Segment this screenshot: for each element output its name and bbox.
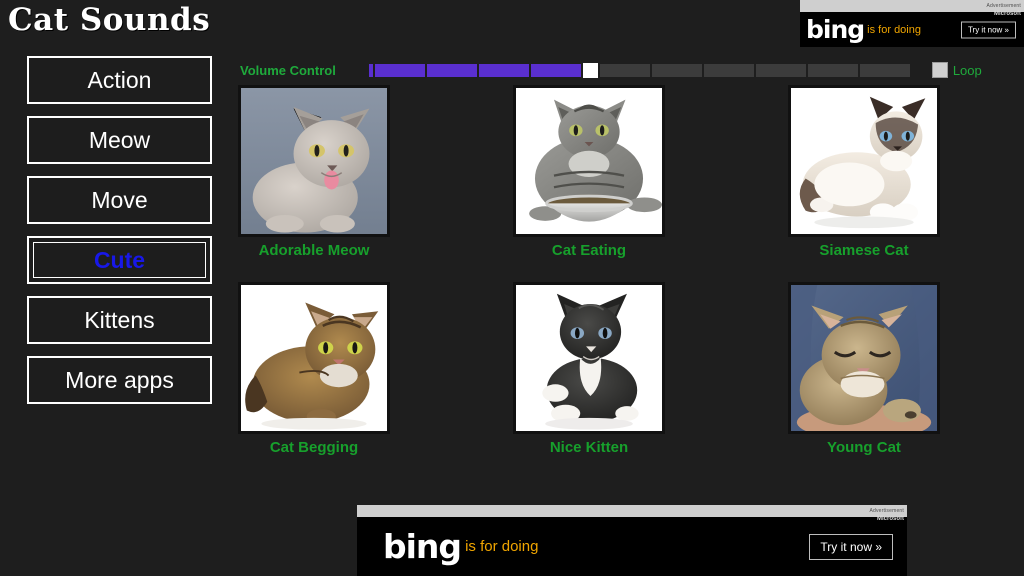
sidebar-item-label: Action bbox=[87, 66, 152, 93]
bing-logo: bing bbox=[383, 527, 462, 566]
volume-slider-thumb[interactable] bbox=[582, 62, 598, 78]
volume-slider-segment-filled[interactable] bbox=[374, 63, 425, 77]
sound-thumbnail[interactable] bbox=[238, 282, 390, 434]
try-it-now-button[interactable]: Try it now » bbox=[960, 21, 1016, 38]
try-it-now-button[interactable]: Try it now » bbox=[809, 533, 893, 560]
sidebar-item-move[interactable]: Move bbox=[27, 176, 212, 224]
category-sidebar: Action Meow Move Cute Kittens More apps bbox=[27, 56, 212, 416]
app-window: Cat Sounds Action Meow Move Cute Kittens… bbox=[0, 0, 1024, 576]
sidebar-item-label: Move bbox=[91, 186, 148, 213]
playback-controls: Volume Control Loop bbox=[240, 58, 982, 82]
sound-thumbnail[interactable] bbox=[788, 85, 940, 237]
advertisement-label: Advertisement bbox=[986, 3, 1021, 9]
sound-grid: Adorable Meow Cat Eating Siamese Cat Cat… bbox=[238, 85, 944, 456]
volume-control-label: Volume Control bbox=[240, 62, 336, 78]
volume-slider-segment-filled[interactable] bbox=[530, 63, 581, 77]
ad-content[interactable]: bing is for doing Try it now » bbox=[800, 12, 1024, 47]
sound-caption: Young Cat bbox=[827, 439, 901, 456]
bottom-ad-banner[interactable]: Advertisement Microsoft bing is for doin… bbox=[357, 505, 907, 576]
sound-thumbnail[interactable] bbox=[513, 85, 665, 237]
volume-slider-segment-filled[interactable] bbox=[368, 63, 373, 77]
tabby-cat-with-food-bowl-image bbox=[516, 88, 662, 234]
sound-caption: Cat Begging bbox=[269, 439, 359, 456]
volume-slider-segment-empty[interactable] bbox=[807, 63, 858, 77]
top-ad-banner[interactable]: Advertisement Microsoft bing is for doin… bbox=[800, 0, 1024, 47]
sound-caption: Adorable Meow bbox=[258, 242, 370, 259]
volume-slider-segment-empty[interactable] bbox=[599, 63, 650, 77]
page-title: Cat Sounds bbox=[8, 2, 211, 38]
siamese-cat-lying-down-image bbox=[791, 88, 937, 234]
loop-toggle[interactable]: Loop bbox=[931, 62, 982, 78]
grey-kitten-tongue-out-image bbox=[241, 88, 387, 234]
sidebar-item-label: More apps bbox=[65, 366, 174, 393]
ad-header-bar: Advertisement bbox=[800, 0, 1024, 12]
sound-caption: Cat Eating bbox=[551, 242, 627, 259]
sidebar-item-label: Kittens bbox=[84, 306, 155, 333]
ad-tagline: is for doing bbox=[465, 538, 539, 555]
sidebar-item-meow[interactable]: Meow bbox=[27, 116, 212, 164]
sidebar-item-kittens[interactable]: Kittens bbox=[27, 296, 212, 344]
volume-slider-segment-empty[interactable] bbox=[651, 63, 702, 77]
volume-slider-segment-empty[interactable] bbox=[755, 63, 806, 77]
sound-tile-nice-kitten[interactable]: Nice Kitten bbox=[513, 282, 665, 456]
sound-tile-cat-eating[interactable]: Cat Eating bbox=[513, 85, 665, 259]
volume-slider-segment-empty[interactable] bbox=[859, 63, 910, 77]
sound-caption: Nice Kitten bbox=[549, 439, 629, 456]
volume-slider[interactable] bbox=[368, 62, 910, 78]
volume-slider-segment-filled[interactable] bbox=[478, 63, 529, 77]
sound-tile-siamese-cat[interactable]: Siamese Cat bbox=[788, 85, 940, 259]
sidebar-item-label: Cute bbox=[93, 246, 146, 273]
ad-tagline: is for doing bbox=[867, 23, 921, 36]
black-and-white-kitten-image bbox=[516, 285, 662, 431]
sleeping-tabby-kitten-image bbox=[791, 285, 937, 431]
sound-grid-row: Cat Begging Nice Kitten Young Cat bbox=[238, 282, 944, 456]
advertisement-label: Advertisement bbox=[869, 508, 904, 514]
sidebar-item-label: Meow bbox=[88, 126, 151, 153]
sound-thumbnail[interactable] bbox=[788, 282, 940, 434]
sidebar-item-more-apps[interactable]: More apps bbox=[27, 356, 212, 404]
sound-thumbnail[interactable] bbox=[238, 85, 390, 237]
sound-tile-cat-begging[interactable]: Cat Begging bbox=[238, 282, 390, 456]
loop-checkbox[interactable] bbox=[931, 62, 948, 78]
sidebar-item-cute[interactable]: Cute bbox=[27, 236, 212, 284]
ad-header-bar: Advertisement bbox=[357, 505, 907, 517]
volume-slider-segment-filled[interactable] bbox=[426, 63, 477, 77]
sound-tile-young-cat[interactable]: Young Cat bbox=[788, 282, 940, 456]
longhair-tabby-cat-looking-up-image bbox=[241, 285, 387, 431]
ad-content[interactable]: bing is for doing Try it now » bbox=[357, 517, 907, 576]
bing-logo: bing bbox=[806, 15, 865, 44]
sound-grid-row: Adorable Meow Cat Eating Siamese Cat bbox=[238, 85, 944, 259]
sidebar-item-action[interactable]: Action bbox=[27, 56, 212, 104]
volume-slider-segment-empty[interactable] bbox=[703, 63, 754, 77]
sound-thumbnail[interactable] bbox=[513, 282, 665, 434]
sound-tile-adorable-meow[interactable]: Adorable Meow bbox=[238, 85, 390, 259]
sound-caption: Siamese Cat bbox=[819, 242, 909, 259]
loop-label: Loop bbox=[952, 62, 982, 78]
